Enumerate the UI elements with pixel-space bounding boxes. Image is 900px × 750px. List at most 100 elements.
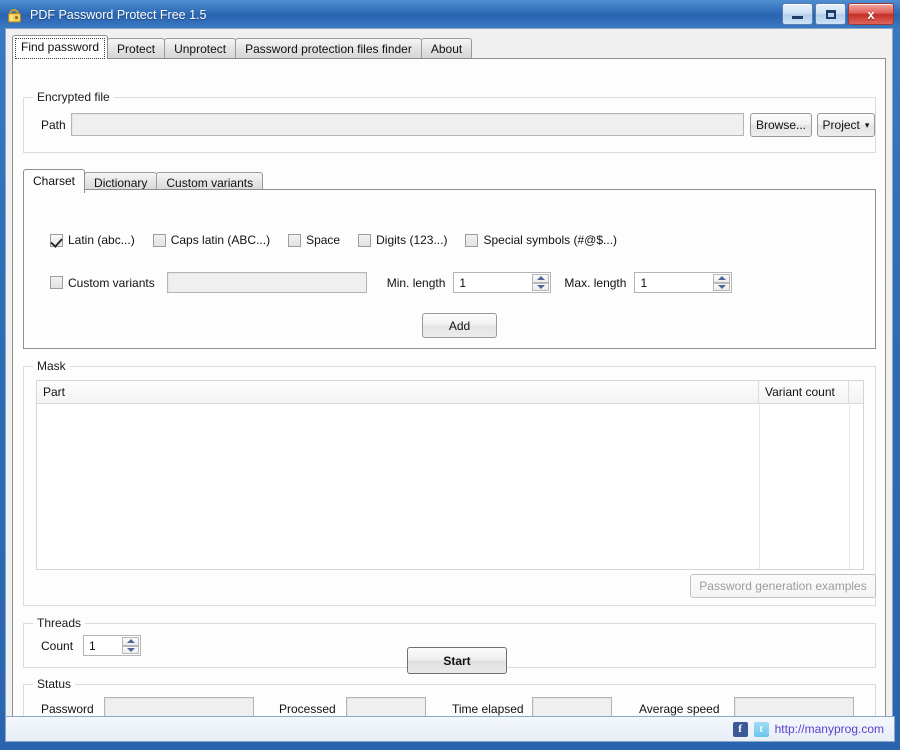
average-speed-label: Average speed (639, 702, 720, 716)
browse-button[interactable]: Browse... (750, 113, 812, 137)
tab-label: Custom variants (166, 176, 254, 190)
checkbox-space[interactable]: Space (288, 233, 340, 247)
checkbox-label: Space (306, 233, 341, 247)
tab-label: Protect (117, 42, 156, 56)
checkbox-box (288, 233, 302, 247)
tab-find-password[interactable]: Find password (12, 35, 109, 59)
tab-unprotect[interactable]: Unprotect (164, 38, 237, 59)
custom-variants-row: Custom variants Min. length 1 Max. lengt… (50, 272, 733, 293)
facebook-icon[interactable]: f (732, 721, 748, 737)
spinner-up-icon[interactable] (713, 274, 731, 283)
spinner-arrows (532, 274, 550, 291)
password-label: Password (41, 702, 94, 716)
add-button[interactable]: Add (422, 313, 497, 338)
tab-label: Unprotect (174, 42, 227, 56)
add-label: Add (448, 318, 471, 333)
client-area: Find password Protect Unprotect Password… (5, 28, 893, 734)
tab-label: Charset (33, 174, 76, 188)
tab-password-protection-files-finder[interactable]: Password protection files finder (235, 38, 422, 59)
checkbox-box (50, 276, 63, 289)
checkbox-label: Custom variants (68, 275, 155, 290)
max-length-spinner[interactable]: 1 (634, 272, 733, 293)
encrypted-file-group-label: Encrypted file (33, 90, 114, 104)
path-input[interactable] (71, 113, 744, 136)
column-header-part[interactable]: Part (37, 381, 759, 403)
checkbox-box (50, 233, 63, 248)
checkbox-label: Latin (abc...) (68, 233, 135, 247)
main-tabstrip: Find password Protect Unprotect Password… (12, 35, 473, 59)
application-window: PDF Password Protect Free 1.5 x Find pas… (0, 0, 900, 750)
mask-listview[interactable]: Part Variant count (36, 380, 864, 570)
charset-checkbox-row: Latin (abc...) Caps latin (ABC...) Space… (50, 233, 617, 248)
window-controls: x (782, 3, 894, 25)
checkbox-caps-latin[interactable]: Caps latin (ABC...) (152, 233, 271, 247)
minimize-button[interactable] (782, 3, 813, 25)
time-elapsed-label: Time elapsed (452, 702, 524, 716)
spinner-down-icon[interactable] (713, 282, 731, 291)
processed-label: Processed (279, 702, 336, 716)
path-label: Path (41, 118, 66, 132)
password-generation-examples-label: Password generation examples (699, 579, 867, 593)
tab-about[interactable]: About (420, 38, 473, 59)
checkbox-custom-variants[interactable]: Custom variants (50, 276, 155, 290)
maximize-icon (825, 9, 836, 19)
tab-label: Dictionary (94, 176, 148, 190)
minimize-icon (792, 15, 803, 19)
website-link[interactable]: http://manyprog.com (775, 722, 884, 736)
close-icon: x (867, 6, 875, 22)
checkbox-label: Caps latin (ABC...) (170, 233, 271, 247)
max-length-label: Max. length (564, 275, 627, 290)
spinner-up-icon[interactable] (532, 274, 550, 283)
find-password-page: Encrypted file Path Browse... Project ▾ … (12, 58, 886, 728)
mask-listview-header: Part Variant count (37, 381, 863, 404)
maximize-button[interactable] (815, 3, 846, 25)
tab-label: Password protection files finder (245, 42, 412, 56)
spinner-arrows (713, 274, 731, 291)
min-length-spinner[interactable]: 1 (453, 272, 552, 293)
checkbox-latin[interactable]: Latin (abc...) (50, 233, 135, 248)
checkbox-digits[interactable]: Digits (123...) (358, 233, 447, 247)
custom-variants-input[interactable] (166, 272, 367, 293)
charset-panel: Latin (abc...) Caps latin (ABC...) Space… (23, 189, 876, 349)
chevron-down-icon: ▾ (864, 119, 870, 130)
encrypted-file-group: Encrypted file Path Browse... Project ▾ (23, 90, 876, 153)
start-label: Start (443, 653, 471, 668)
min-length-label: Min. length (386, 275, 446, 290)
mask-listview-body (37, 404, 863, 569)
status-group-label: Status (33, 677, 76, 691)
checkbox-box (358, 233, 372, 247)
tab-label: Find password (21, 40, 100, 54)
password-generation-examples-button[interactable]: Password generation examples (690, 574, 876, 598)
spinner-down-icon[interactable] (532, 282, 550, 291)
min-length-value: 1 (459, 275, 467, 290)
thread-count-value: 1 (89, 638, 96, 653)
spinner-up-icon[interactable] (122, 637, 139, 646)
threads-group-label: Threads (33, 616, 86, 630)
thread-count-spinner[interactable]: 1 (83, 635, 141, 656)
spinner-arrows (122, 637, 139, 654)
checkbox-special-symbols[interactable]: Special symbols (#@$...) (465, 233, 617, 247)
check-icon (50, 234, 63, 248)
checkbox-label: Special symbols (#@$...) (483, 233, 618, 247)
column-header-variant-count[interactable]: Variant count (759, 381, 849, 403)
max-length-value: 1 (640, 275, 648, 290)
checkbox-box (152, 233, 166, 247)
tab-protect[interactable]: Protect (107, 38, 166, 59)
project-button[interactable]: Project ▾ (817, 113, 875, 137)
title-bar[interactable]: PDF Password Protect Free 1.5 x (0, 0, 900, 28)
checkbox-label: Digits (123...) (376, 233, 448, 247)
tab-label: About (430, 42, 463, 56)
twitter-icon[interactable]: t (753, 721, 769, 737)
mask-group: Mask Part Variant count Password generat… (23, 359, 876, 606)
padlock-icon (6, 6, 24, 24)
project-label: Project (822, 118, 860, 132)
close-button[interactable]: x (848, 3, 894, 25)
column-separator (849, 404, 850, 569)
count-label: Count (41, 639, 74, 653)
status-bar: f t http://manyprog.com (5, 716, 895, 742)
start-button[interactable]: Start (407, 647, 507, 674)
spinner-down-icon[interactable] (122, 645, 139, 654)
window-title: PDF Password Protect Free 1.5 (30, 8, 207, 22)
title-bar-content: PDF Password Protect Free 1.5 (6, 4, 206, 26)
tab-charset[interactable]: Charset (23, 169, 86, 193)
